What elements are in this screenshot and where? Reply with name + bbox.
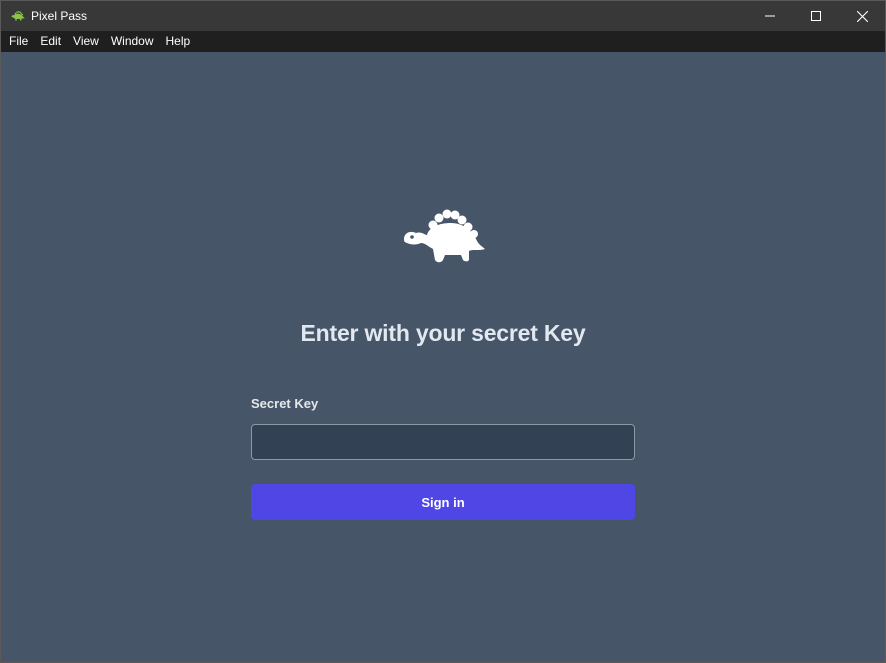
menu-window[interactable]: Window	[105, 31, 160, 52]
minimize-button[interactable]	[747, 1, 793, 31]
title-bar[interactable]: Pixel Pass	[1, 1, 885, 31]
login-panel: Enter with your secret Key Secret Key Si…	[1, 52, 885, 662]
menu-edit[interactable]: Edit	[34, 31, 67, 52]
window-controls	[747, 1, 885, 31]
maximize-button[interactable]	[793, 1, 839, 31]
minimize-icon	[765, 15, 775, 17]
secret-key-input[interactable]	[251, 424, 635, 460]
page-title: Enter with your secret Key	[300, 320, 586, 346]
menu-bar: File Edit View Window Help	[1, 31, 885, 52]
maximize-icon	[811, 11, 821, 21]
close-button[interactable]	[839, 1, 885, 31]
stegosaurus-icon	[9, 8, 25, 24]
sign-in-button[interactable]: Sign in	[251, 484, 635, 520]
window-title: Pixel Pass	[31, 9, 88, 23]
secret-key-label: Secret Key	[251, 396, 319, 411]
stegosaurus-icon	[403, 209, 487, 265]
app-window: Pixel Pass File Edit View Window Help En…	[0, 0, 886, 663]
close-icon	[856, 10, 868, 22]
menu-file[interactable]: File	[3, 31, 34, 52]
menu-help[interactable]: Help	[160, 31, 197, 52]
menu-view[interactable]: View	[67, 31, 105, 52]
